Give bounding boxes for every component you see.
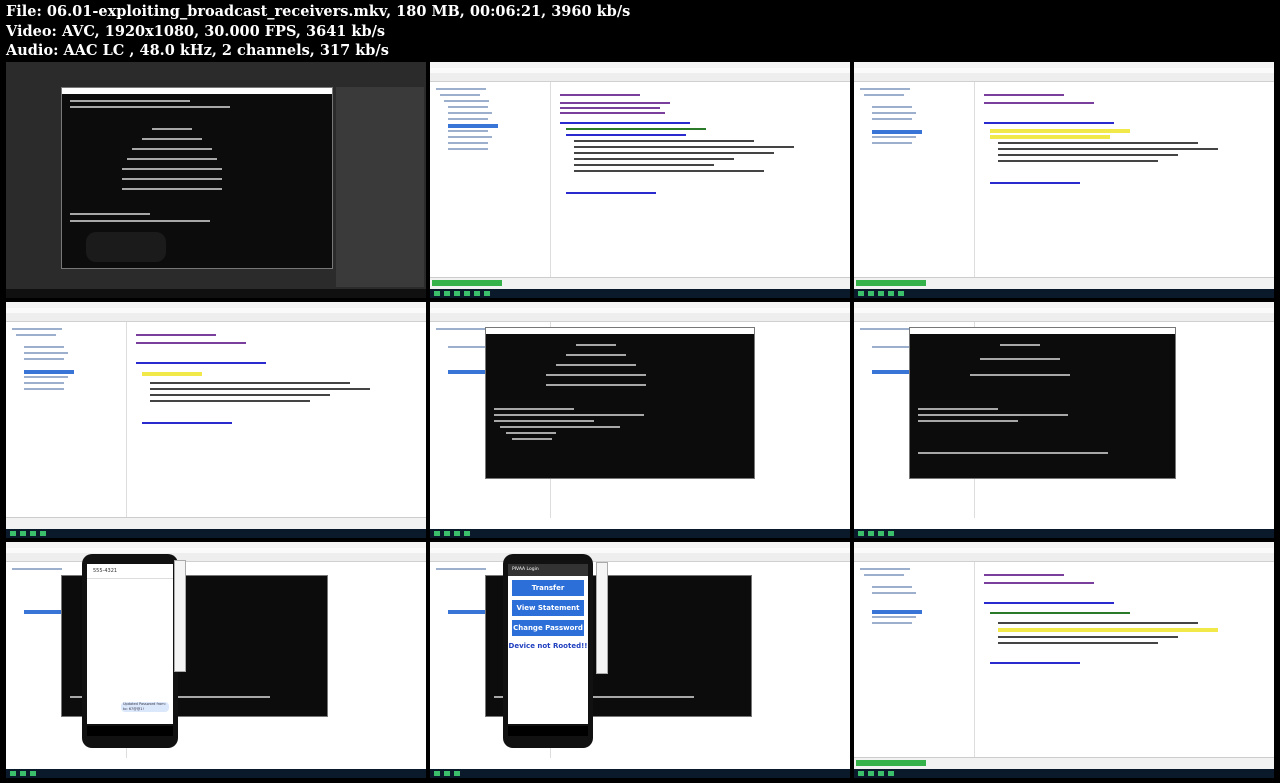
thumbnail-9[interactable] [854, 542, 1274, 778]
project-tree [856, 82, 975, 278]
thumbnail-5[interactable] [430, 302, 850, 538]
side-panel [336, 87, 424, 287]
thumbnail-grid: 555-4321 Updated Password from: to: 67@@… [0, 0, 1280, 783]
code-editor [978, 562, 1274, 758]
project-tree [856, 562, 975, 758]
phone-emulator: PIVAA Login Transfer View Statement Chan… [503, 554, 593, 748]
thumbnail-6[interactable] [854, 302, 1274, 538]
thumbnail-3[interactable] [854, 62, 1274, 298]
emulator-nav [86, 232, 166, 262]
terminal-window [909, 327, 1176, 479]
code-editor [978, 82, 1274, 278]
thumbnail-7[interactable]: 555-4321 Updated Password from: to: 67@@… [6, 542, 426, 778]
thumbnail-2[interactable] [430, 62, 850, 298]
change-password-button[interactable]: Change Password [512, 620, 584, 636]
thumbnail-1[interactable] [6, 62, 426, 298]
code-editor [554, 82, 850, 278]
root-status: Device not Rooted!! [508, 642, 588, 650]
view-statement-button[interactable]: View Statement [512, 600, 584, 616]
transfer-button[interactable]: Transfer [512, 580, 584, 596]
code-editor [130, 322, 426, 518]
project-tree [8, 322, 127, 518]
thumbnail-8[interactable]: PIVAA Login Transfer View Statement Chan… [430, 542, 850, 778]
phone-emulator: 555-4321 Updated Password from: to: 67@@… [82, 554, 178, 748]
emulator-toolbar [174, 560, 186, 672]
terminal-window [485, 327, 755, 479]
sms-contact: 555-4321 [87, 564, 173, 579]
taskbar [6, 289, 426, 298]
app-bar: PIVAA Login [508, 564, 588, 576]
emulator-toolbar [596, 562, 608, 674]
thumbnail-4[interactable] [6, 302, 426, 538]
project-tree [432, 82, 551, 278]
sms-bubble: Updated Password from: to: 67@@1! [121, 702, 169, 712]
